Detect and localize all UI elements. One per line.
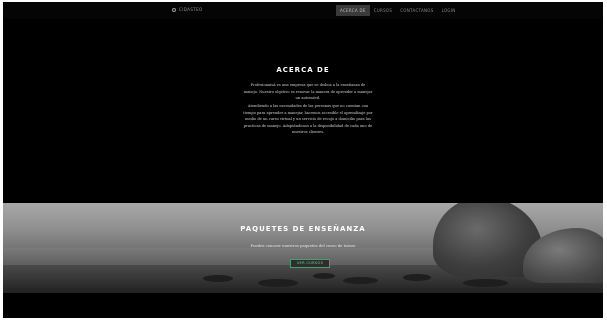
brand-name: Cidasteo <box>179 7 203 12</box>
ver-cursos-button[interactable]: Ver cursos <box>290 259 330 268</box>
about-paragraph-1: ProfesionaisA es una empresa que se dedi… <box>243 83 373 101</box>
about-section: ACERCA DE ProfesionaisA es una empresa q… <box>3 19 603 203</box>
beach-stone <box>403 274 431 281</box>
about-title: ACERCA DE <box>276 66 330 74</box>
beach-stone <box>343 277 378 284</box>
brand-circle-icon <box>172 7 176 12</box>
about-paragraph-2: Atendiendo a las necesidades de las pers… <box>243 104 373 135</box>
nav-link-acerca-de[interactable]: Acerca de <box>336 5 370 16</box>
nav-links: Acerca de Cursos Contactanos Login <box>336 5 460 16</box>
packages-subtitle: Puedes conocer nuestros paquetes del cur… <box>250 243 356 248</box>
top-navbar: Cidasteo Acerca de Cursos Contactanos Lo… <box>3 2 603 19</box>
footer-strip <box>3 293 603 318</box>
beach-stone <box>258 279 298 287</box>
nav-link-contactanos[interactable]: Contactanos <box>396 5 437 16</box>
beach-stone <box>463 279 508 287</box>
nav-link-login[interactable]: Login <box>438 5 460 16</box>
nav-link-cursos[interactable]: Cursos <box>370 5 397 16</box>
beach-stone <box>203 275 233 282</box>
page-frame: Cidasteo Acerca de Cursos Contactanos Lo… <box>3 2 603 318</box>
brand-logo[interactable]: Cidasteo <box>172 7 203 12</box>
beach-stone <box>313 273 335 279</box>
packages-title: PAQUETES DE ENSEÑANZA <box>240 225 366 233</box>
packages-section: PAQUETES DE ENSEÑANZA Puedes conocer nue… <box>3 203 603 293</box>
